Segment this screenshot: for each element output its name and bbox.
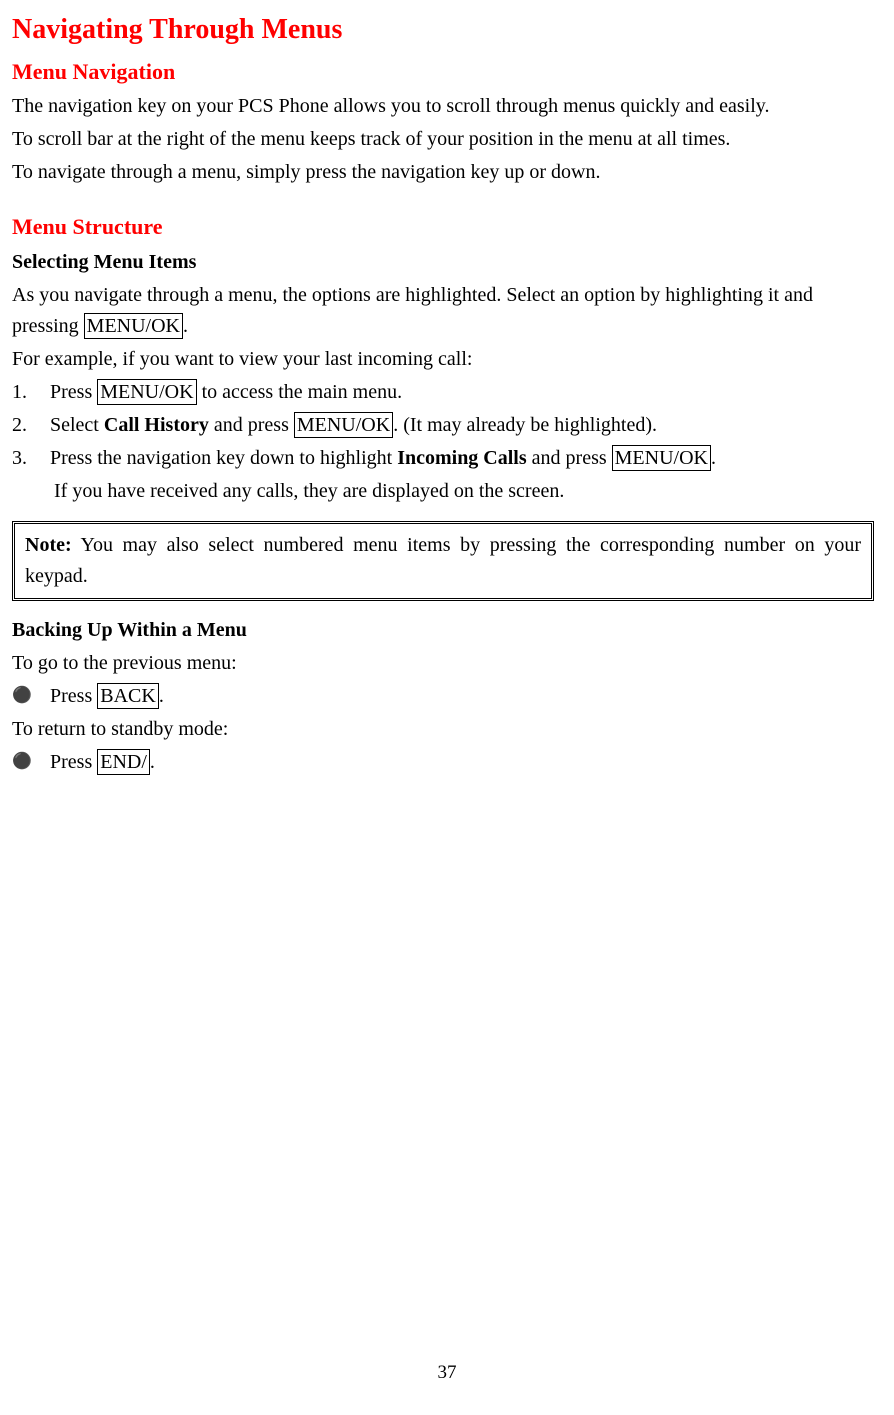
text: . [183, 315, 188, 337]
bullet-list: ⚫ Press BACK. [12, 681, 874, 712]
list-item: ⚫ Press END/. [12, 747, 874, 778]
heading-menu-structure: Menu Structure [12, 210, 874, 244]
bold-text: Call History [104, 414, 209, 436]
list-number: 3. [12, 443, 50, 474]
text: . [711, 447, 716, 469]
page-number: 37 [0, 1358, 894, 1387]
text: Press [50, 751, 97, 773]
subheading-backing-up: Backing Up Within a Menu [12, 615, 874, 646]
paragraph: To scroll bar at the right of the menu k… [12, 124, 874, 155]
text: . (It may already be highlighted). [393, 414, 657, 436]
key-label-menu-ok: MENU/OK [84, 313, 183, 339]
paragraph: To navigate through a menu, simply press… [12, 157, 874, 188]
paragraph: To go to the previous menu: [12, 648, 874, 679]
list-number: 1. [12, 377, 50, 408]
list-item: 1. Press MENU/OK to access the main menu… [12, 377, 874, 408]
note-box: Note: You may also select numbered menu … [12, 521, 874, 601]
text: Press [50, 381, 97, 403]
key-label-end: END/ [97, 749, 150, 775]
page-title: Navigating Through Menus [12, 8, 874, 51]
paragraph: As you navigate through a menu, the opti… [12, 280, 874, 342]
key-label-menu-ok: MENU/OK [97, 379, 196, 405]
bullet-list: ⚫ Press END/. [12, 747, 874, 778]
text: Press [50, 685, 97, 707]
text: . [150, 751, 155, 773]
bold-text: Incoming Calls [397, 447, 526, 469]
note-label: Note: [25, 534, 72, 556]
text: to access the main menu. [197, 381, 403, 403]
text: Press the navigation key down to highlig… [50, 447, 397, 469]
list-item: ⚫ Press BACK. [12, 681, 874, 712]
list-item: 3. Press the navigation key down to high… [12, 443, 874, 474]
key-label-menu-ok: MENU/OK [612, 445, 711, 471]
bullet-icon: ⚫ [12, 681, 50, 712]
paragraph: For example, if you want to view your la… [12, 344, 874, 375]
text: and press [527, 447, 612, 469]
heading-menu-navigation: Menu Navigation [12, 55, 874, 89]
key-label-menu-ok: MENU/OK [294, 412, 393, 438]
list-item: 2. Select Call History and press MENU/OK… [12, 410, 874, 441]
list-number: 2. [12, 410, 50, 441]
paragraph: To return to standby mode: [12, 714, 874, 745]
ordered-list: 1. Press MENU/OK to access the main menu… [12, 377, 874, 474]
text: . [159, 685, 164, 707]
subheading-selecting-menu-items: Selecting Menu Items [12, 247, 874, 278]
note-text: You may also select numbered menu items … [25, 534, 861, 587]
key-label-back: BACK [97, 683, 159, 709]
paragraph: If you have received any calls, they are… [54, 476, 874, 507]
text: and press [209, 414, 294, 436]
paragraph: The navigation key on your PCS Phone all… [12, 91, 874, 122]
bullet-icon: ⚫ [12, 747, 50, 778]
text: Select [50, 414, 104, 436]
